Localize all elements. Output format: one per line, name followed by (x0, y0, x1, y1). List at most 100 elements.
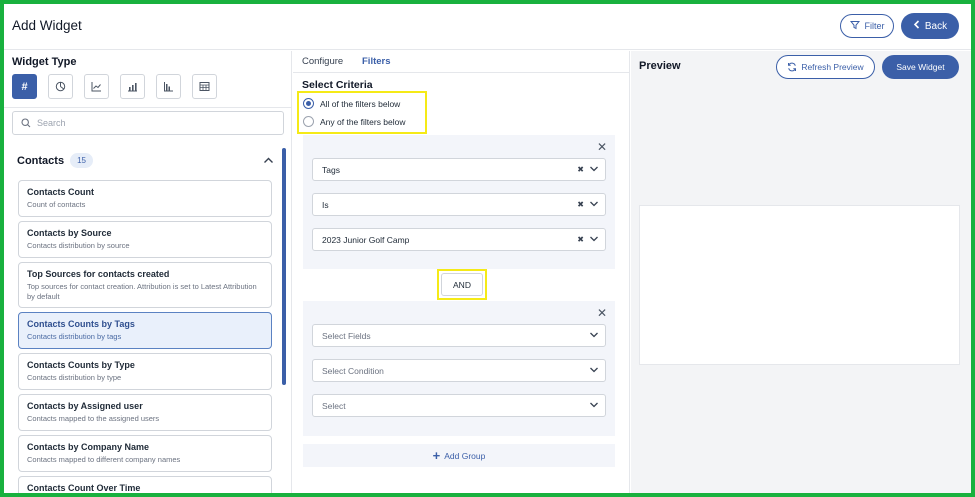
widget-card-selected[interactable]: Contacts Counts by Tags Contacts distrib… (18, 312, 272, 349)
bar-chart-type-button[interactable] (120, 74, 145, 99)
radio-all-filters[interactable]: All of the filters below (303, 98, 400, 109)
widget-title: Contacts by Source (27, 228, 112, 238)
widget-title: Contacts Counts by Tags (27, 319, 135, 329)
table-type-button[interactable] (192, 74, 217, 99)
add-group-button[interactable]: + Add Group (303, 444, 615, 467)
widget-title: Contacts Count (27, 187, 94, 197)
widget-title: Contacts Counts by Type (27, 360, 135, 370)
widget-description: Contacts distribution by tags (27, 332, 122, 341)
search-box[interactable] (12, 111, 284, 135)
clear-icon[interactable]: ✖ (577, 200, 584, 209)
filters-panel: Configure Filters Select Criteria All of… (293, 51, 630, 493)
plus-icon: + (432, 448, 441, 463)
app-frame: Add Widget Filter Back Widget Type # Sea… (0, 0, 975, 497)
count-badge: 15 (70, 153, 93, 168)
column-chart-type-button[interactable] (156, 74, 181, 99)
back-button[interactable]: Back (901, 13, 959, 39)
widget-card[interactable]: Contacts by Assigned user Contacts mappe… (18, 394, 272, 431)
value-select[interactable]: Select (312, 394, 606, 417)
widget-type-panel: Widget Type # Search Contacts 15 Contact… (4, 51, 292, 493)
widget-card[interactable]: Top Sources for contacts created Top sou… (18, 262, 272, 308)
radio-all-label: All of the filters below (320, 98, 401, 109)
chevron-down-icon (590, 367, 598, 373)
chevron-down-icon (590, 402, 598, 408)
contacts-section-header[interactable]: Contacts 15 (17, 153, 93, 168)
filter-button[interactable]: Filter (840, 14, 894, 38)
number-icon: # (21, 80, 28, 93)
widget-type-selector: # (12, 74, 217, 99)
table-icon (199, 82, 210, 91)
refresh-preview-button[interactable]: Refresh Preview (776, 55, 875, 79)
clear-icon[interactable]: ✖ (577, 165, 584, 174)
clear-icon[interactable]: ✖ (577, 235, 584, 244)
tab-filters[interactable]: Filters (362, 56, 391, 67)
widget-card[interactable]: Contacts by Company Name Contacts mapped… (18, 435, 272, 472)
value-placeholder: Select (322, 400, 346, 411)
radio-any-label: Any of the filters below (320, 116, 406, 127)
divider (4, 107, 291, 108)
close-icon[interactable]: ✕ (597, 306, 607, 320)
chevron-left-icon (913, 20, 920, 32)
pie-chart-icon (55, 81, 66, 92)
funnel-icon (849, 20, 860, 32)
pie-chart-type-button[interactable] (48, 74, 73, 99)
number-type-button[interactable]: # (12, 74, 37, 99)
and-button[interactable]: AND (441, 273, 483, 296)
condition-select[interactable]: Is ✖ (312, 193, 606, 216)
page-title: Add Widget (12, 18, 82, 33)
filter-button-label: Filter (864, 21, 885, 31)
widget-card[interactable]: Contacts Counts by Type Contacts distrib… (18, 353, 272, 390)
save-widget-button[interactable]: Save Widget (882, 55, 959, 79)
preview-panel: Preview Refresh Preview Save Widget (631, 51, 971, 493)
condition-select[interactable]: Select Condition (312, 359, 606, 382)
field-value: Tags (322, 164, 340, 175)
widget-card[interactable]: Contacts by Source Contacts distribution… (18, 221, 272, 258)
widget-description: Contacts distribution by type (27, 373, 122, 382)
refresh-icon (788, 62, 797, 72)
tab-configure[interactable]: Configure (302, 56, 343, 67)
preview-title: Preview (639, 60, 681, 72)
radio-button-checked[interactable] (303, 98, 314, 109)
condition-value: Is (322, 199, 329, 210)
condition-placeholder: Select Condition (322, 365, 384, 376)
config-tabs: Configure Filters (293, 51, 630, 73)
widget-title: Contacts Count Over Time (27, 483, 141, 493)
header: Add Widget Filter Back (4, 4, 971, 50)
bar-chart-icon (128, 83, 137, 92)
chevron-down-icon (590, 201, 598, 207)
add-group-label: Add Group (444, 450, 486, 461)
preview-canvas (639, 205, 960, 365)
widget-title: Contacts by Company Name (27, 442, 150, 452)
filter-group-1: ✕ Tags ✖ Is ✖ 2023 Junior Golf Camp ✖ (303, 135, 615, 269)
line-chart-type-button[interactable] (84, 74, 109, 99)
value-value: 2023 Junior Golf Camp (322, 234, 410, 245)
refresh-preview-label: Refresh Preview (801, 62, 864, 72)
radio-any-filters[interactable]: Any of the filters below (303, 116, 406, 127)
widget-description: Top sources for contact creation. Attrib… (27, 282, 257, 301)
widget-description: Contacts mapped to different company nam… (27, 455, 181, 464)
search-icon (21, 118, 31, 128)
widget-title: Top Sources for contacts created (27, 269, 170, 279)
widget-description: Count of contacts (27, 200, 86, 209)
scrollbar[interactable] (282, 148, 286, 385)
widget-card[interactable]: Contacts Count Over Time (18, 476, 272, 493)
radio-button[interactable] (303, 116, 314, 127)
widget-title: Contacts by Assigned user (27, 401, 143, 411)
value-select[interactable]: 2023 Junior Golf Camp ✖ (312, 228, 606, 251)
chevron-up-icon[interactable] (263, 155, 274, 167)
close-icon[interactable]: ✕ (597, 140, 607, 154)
chevron-down-icon (590, 332, 598, 338)
widget-type-label: Widget Type (12, 56, 77, 68)
field-select[interactable]: Tags ✖ (312, 158, 606, 181)
chevron-down-icon (590, 166, 598, 172)
filter-group-2: ✕ Select Fields Select Condition Select (303, 301, 615, 436)
search-input[interactable] (37, 118, 267, 128)
section-title: Contacts (17, 154, 65, 167)
column-chart-icon (164, 82, 173, 92)
widget-description: Contacts mapped to the assigned users (27, 414, 160, 423)
field-select[interactable]: Select Fields (312, 324, 606, 347)
field-placeholder: Select Fields (322, 330, 371, 341)
widget-description: Contacts distribution by source (27, 241, 130, 250)
chevron-down-icon (590, 236, 598, 242)
widget-card[interactable]: Contacts Count Count of contacts (18, 180, 272, 217)
